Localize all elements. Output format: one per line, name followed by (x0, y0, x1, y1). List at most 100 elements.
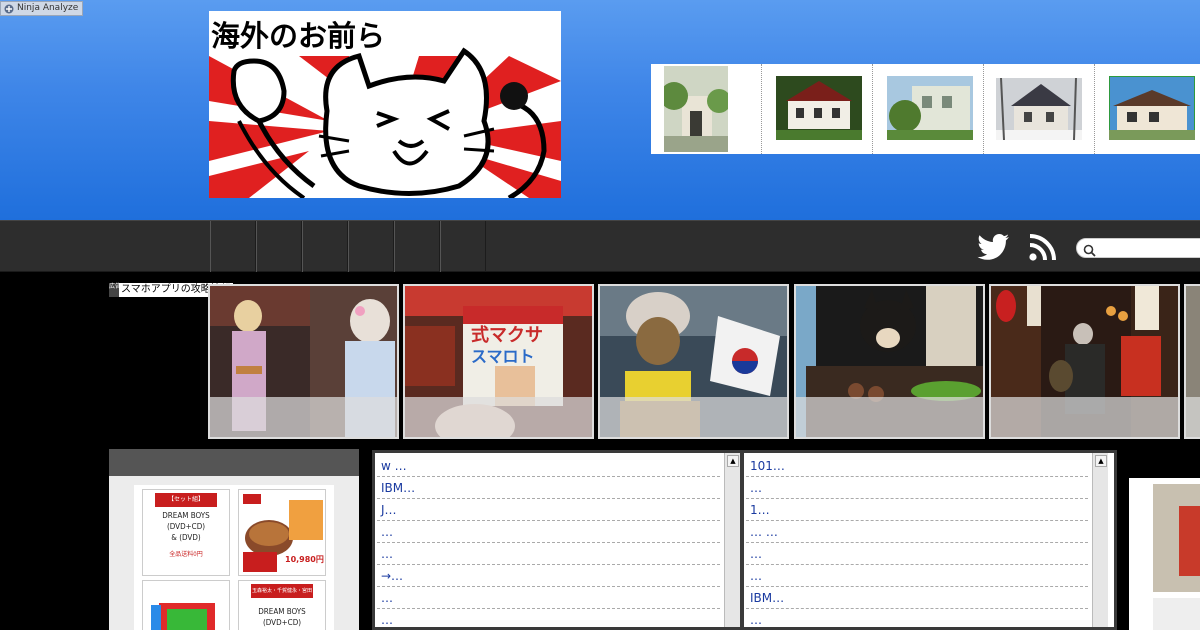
widget-header (109, 449, 359, 476)
rss-link[interactable]: … (750, 613, 762, 627)
product-grid: 【セット組】 DREAM BOYS (DVD+CD) & (DVD) 全品送料0… (134, 485, 334, 630)
rss-item[interactable]: … (746, 609, 1088, 627)
svg-text:式マクサ: 式マクサ (471, 324, 543, 346)
product-image-switch (143, 581, 229, 630)
rss-item[interactable]: J… (377, 499, 720, 521)
rss-link[interactable]: … (381, 591, 393, 605)
product-line: (DVD+CD) (262, 618, 302, 627)
product-line: DREAM BOYS (162, 511, 210, 520)
house-photo-4 (996, 78, 1082, 140)
slide-partial[interactable] (1184, 284, 1200, 439)
rss-item[interactable]: … (746, 477, 1088, 499)
slide-caption-band (796, 397, 983, 437)
twitter-icon[interactable] (977, 231, 1011, 263)
ninja-analyze-label: Ninja Analyze (17, 3, 79, 13)
rss-link[interactable]: … (381, 613, 393, 627)
scroll-up-button[interactable]: ▲ (1095, 455, 1107, 467)
product-image-gyudon: 10,980円 (239, 490, 325, 575)
sidebar-widget (1129, 478, 1200, 630)
product-card[interactable] (142, 580, 230, 630)
rss-link[interactable]: w … (381, 459, 407, 473)
logo-title: 海外のお前ら (211, 19, 386, 53)
scroll-up-button[interactable]: ▲ (727, 455, 739, 467)
product-badge: 【セット組】 (155, 493, 217, 507)
house-photo-1 (664, 66, 728, 152)
nav-item[interactable] (440, 221, 486, 272)
rss-item[interactable]: →… (377, 565, 720, 587)
nav-item[interactable] (210, 221, 256, 272)
thumbnail-strip (651, 64, 1200, 154)
product-card[interactable]: 【セット組】 DREAM BOYS (DVD+CD) & (DVD) 全品送料0… (142, 489, 230, 576)
slide-kimono[interactable] (208, 284, 399, 439)
search-box[interactable] (1076, 238, 1200, 261)
sidebar-product-image (1129, 478, 1200, 630)
site-header: Ninja Analyze 海外のお前ら (0, 0, 1200, 220)
slide-caption-band (210, 397, 397, 437)
rss-link[interactable]: … (381, 547, 393, 561)
rss-item[interactable]: w … (377, 455, 720, 477)
rss-link[interactable]: IBM… (750, 591, 784, 605)
slide-alley[interactable] (989, 284, 1180, 439)
rss-item[interactable]: … (746, 543, 1088, 565)
product-widget: 【セット組】 DREAM BOYS (DVD+CD) & (DVD) 全品送料0… (109, 449, 359, 630)
rss-item[interactable]: … (377, 609, 720, 627)
slide-statue[interactable] (598, 284, 789, 439)
rss-feed-left: w … IBM… J… … … →… … … ▲ (372, 450, 743, 630)
rss-item[interactable]: IBM… (377, 477, 720, 499)
slide-caption-band (991, 397, 1178, 437)
main-nav (0, 220, 1200, 272)
rss-item[interactable]: IBM… (746, 587, 1088, 609)
product-price: 10,980円 (285, 555, 324, 564)
thumb-item[interactable] (984, 64, 1095, 154)
rss-item[interactable]: … (377, 521, 720, 543)
rss-item[interactable]: … (377, 587, 720, 609)
product-line: DREAM BOYS (258, 607, 306, 616)
rss-item[interactable]: 1… (746, 499, 1088, 521)
scrollbar[interactable]: ▲ (1092, 453, 1108, 627)
rss-link[interactable]: →… (381, 569, 403, 583)
slide-caption-band (1186, 397, 1200, 437)
rss-link[interactable]: 101… (750, 459, 785, 473)
slide-caption-band (600, 397, 787, 437)
nav-item[interactable] (394, 221, 440, 272)
scrollbar[interactable]: ▲ (724, 453, 740, 627)
rss-link[interactable]: … … (750, 525, 778, 539)
product-badge: 玉森裕太・千賀健永・宮田俊哉 (251, 584, 313, 608)
ninja-icon (4, 4, 14, 14)
rss-link[interactable]: IBM… (381, 481, 415, 495)
nav-item[interactable] (348, 221, 394, 272)
rss-link[interactable]: … (750, 569, 762, 583)
product-line: & (DVD) (171, 533, 201, 542)
rss-icon[interactable] (1027, 231, 1061, 263)
nav-item[interactable] (256, 221, 302, 272)
thumb-item[interactable] (1095, 64, 1200, 154)
thumb-item[interactable] (762, 64, 873, 154)
rss-link[interactable]: … (750, 547, 762, 561)
ninja-analyze-badge[interactable]: Ninja Analyze (0, 1, 84, 16)
product-card[interactable]: 玉森裕太・千賀健永・宮田俊哉 DREAM BOYS (DVD+CD) (238, 580, 326, 630)
rss-link[interactable]: J… (381, 503, 397, 517)
slide-candy[interactable]: 式マクサ スマロト (403, 284, 594, 439)
house-photo-5 (1109, 76, 1195, 140)
product-footer: 全品送料0円 (169, 551, 203, 558)
house-photo-3 (887, 76, 973, 140)
thumb-item[interactable] (651, 64, 762, 154)
ad-choices-icon: 広告 (109, 283, 121, 297)
rss-link[interactable]: … (381, 525, 393, 539)
rss-item[interactable]: … … (746, 521, 1088, 543)
rss-feed-right: 101… … 1… … … … … IBM… … ▲ (741, 450, 1117, 630)
rss-item[interactable]: … (746, 565, 1088, 587)
rss-item[interactable]: … (377, 543, 720, 565)
thumb-item[interactable] (873, 64, 984, 154)
search-icon (1083, 242, 1096, 261)
rss-link[interactable]: 1… (750, 503, 770, 517)
search-input[interactable] (1101, 241, 1200, 260)
rss-item[interactable]: 101… (746, 455, 1088, 477)
nav-item[interactable] (302, 221, 348, 272)
rss-link[interactable]: … (750, 481, 762, 495)
slide-dog[interactable] (794, 284, 985, 439)
site-logo[interactable]: 海外のお前ら (209, 11, 561, 198)
product-line: (DVD+CD) (166, 522, 206, 531)
product-card[interactable]: 10,980円 (238, 489, 326, 576)
house-photo-2 (776, 76, 862, 140)
